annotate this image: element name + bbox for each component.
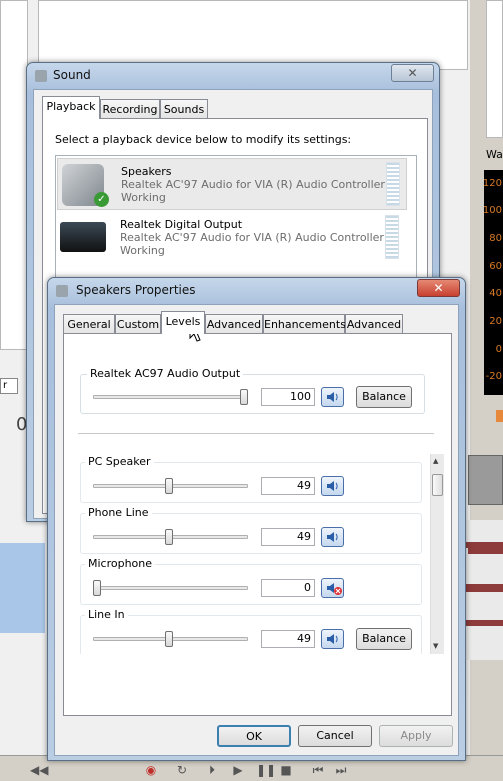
background-selection — [0, 543, 45, 633]
meter-tick: 120 — [482, 178, 502, 189]
stop-icon[interactable]: ■ — [280, 764, 292, 776]
master-label: Realtek AC97 Audio Output — [87, 367, 244, 380]
divider — [78, 433, 434, 434]
device-driver: Realtek AC'97 Audio for VIA (R) Audio Co… — [120, 231, 384, 244]
cancel-button[interactable]: Cancel — [298, 725, 372, 747]
instruction-text: Select a playback device below to modify… — [55, 133, 352, 146]
background-marker — [496, 410, 503, 422]
master-group: Realtek AC97 Audio Output 100 Balance — [80, 367, 425, 414]
channel-slider-thumb[interactable] — [93, 580, 101, 596]
channel-group: PC Speaker 49 — [80, 455, 422, 503]
level-meter: 120 100 80 60 40 20 0 -20 — [482, 170, 503, 395]
tab-sounds[interactable]: Sounds — [160, 99, 208, 119]
speaker-icon[interactable] — [321, 527, 344, 547]
master-value[interactable]: 100 — [261, 388, 315, 406]
meter-tick: 100 — [482, 205, 502, 216]
background-field: r — [0, 378, 18, 394]
digital-output-icon — [60, 222, 106, 252]
play-from-start-icon[interactable]: ⏵ — [206, 764, 218, 776]
device-speakers[interactable]: ✓ Speakers Realtek AC'97 Audio for VIA (… — [57, 158, 407, 210]
wa-label: Wa — [486, 148, 503, 161]
device-name: Speakers — [121, 165, 172, 178]
rewind-icon[interactable]: ◀◀ — [30, 764, 48, 776]
default-check-icon: ✓ — [94, 192, 109, 207]
level-bars — [386, 162, 400, 206]
meter-tick: -20 — [485, 371, 502, 382]
meter-tick: 80 — [489, 233, 502, 244]
sound-titlebar[interactable]: Sound — [35, 63, 91, 87]
close-icon[interactable]: ✕ — [391, 64, 434, 82]
channel-label: Line In — [85, 608, 128, 621]
apply-button[interactable]: Apply — [379, 725, 453, 747]
speakers-properties-window: Speakers Properties ✕ General Custom Lev… — [47, 277, 466, 761]
channel-group: Line In 49 Balance — [80, 608, 422, 654]
channel-slider-thumb[interactable] — [165, 478, 174, 494]
channel-label: Phone Line — [85, 506, 152, 519]
tab-general[interactable]: General — [63, 314, 115, 334]
scroll-down-icon[interactable]: ▼ — [433, 642, 438, 650]
channel-scrollbar[interactable]: ▲ ▼ — [430, 454, 444, 654]
master-slider-track[interactable] — [93, 395, 248, 399]
channel-label: Microphone — [85, 557, 156, 570]
scroll-thumb[interactable] — [432, 474, 443, 496]
tab-custom[interactable]: Custom — [115, 314, 161, 334]
meter-tick: 0 — [495, 344, 502, 355]
tab-advanced-2[interactable]: Advanced — [345, 314, 403, 334]
speaker-icon[interactable] — [321, 476, 344, 496]
sound-window-title: Sound — [53, 68, 91, 82]
device-digital-output[interactable]: Realtek Digital Output Realtek AC'97 Aud… — [57, 212, 407, 264]
master-slider-thumb[interactable] — [240, 389, 248, 405]
tab-enhancements[interactable]: Enhancements — [263, 314, 346, 334]
channel-group: Microphone 0 — [80, 557, 422, 605]
background-thumbnail — [468, 455, 503, 505]
master-balance-button[interactable]: Balance — [356, 386, 412, 408]
device-status: Working — [120, 244, 165, 257]
loop-icon[interactable]: ↻ — [176, 764, 188, 776]
properties-window-title: Speakers Properties — [76, 283, 196, 297]
speaker-icon — [35, 69, 47, 82]
channel-label: PC Speaker — [85, 455, 154, 468]
channel-slider-thumb[interactable] — [165, 529, 174, 545]
next-icon[interactable]: ⏭ — [335, 764, 347, 776]
channel-list: PC Speaker 49 Phone Line 49 Microphone 0… — [78, 454, 429, 654]
record-icon[interactable]: ◉ — [145, 764, 157, 776]
close-icon[interactable]: ✕ — [417, 279, 460, 297]
tab-advanced[interactable]: Advanced — [205, 314, 263, 334]
channel-slider-thumb[interactable] — [165, 631, 174, 647]
speaker-icon[interactable] — [321, 629, 344, 649]
properties-client: General Custom Levels Advanced Enhanceme… — [54, 304, 459, 756]
levels-page: Realtek AC97 Audio Output 100 Balance PC… — [63, 333, 452, 716]
device-driver: Realtek AC'97 Audio for VIA (R) Audio Co… — [121, 178, 385, 191]
tab-playback[interactable]: Playback — [42, 96, 100, 119]
meter-tick: 60 — [489, 261, 502, 272]
device-status: Working — [121, 191, 166, 204]
channel-group: Phone Line 49 — [80, 506, 422, 554]
ok-button[interactable]: OK — [217, 725, 291, 747]
pause-icon[interactable]: ❚❚ — [256, 764, 276, 776]
meter-tick: 20 — [489, 316, 502, 327]
background-document-pane — [38, 0, 468, 70]
background-right-white — [486, 0, 503, 138]
device-name: Realtek Digital Output — [120, 218, 243, 231]
channel-value[interactable]: 49 — [261, 477, 315, 495]
scroll-up-icon[interactable]: ▲ — [433, 457, 438, 465]
speaker-icon[interactable] — [321, 387, 344, 407]
previous-icon[interactable]: ⏮ — [312, 764, 324, 776]
channel-slider-track[interactable] — [93, 586, 248, 590]
play-icon[interactable]: ▶ — [232, 764, 244, 776]
speaker-icon — [56, 284, 68, 297]
level-bars — [385, 215, 399, 259]
properties-titlebar[interactable]: Speakers Properties — [56, 278, 196, 302]
channel-value[interactable]: 0 — [261, 579, 315, 597]
channel-value[interactable]: 49 — [261, 630, 315, 648]
background-left-pane — [0, 0, 28, 350]
tab-recording[interactable]: Recording — [100, 99, 160, 119]
tab-levels[interactable]: Levels — [161, 311, 205, 334]
muted-speaker-icon[interactable] — [321, 578, 344, 598]
meter-tick: 40 — [489, 288, 502, 299]
channel-value[interactable]: 49 — [261, 528, 315, 546]
waveform — [462, 520, 503, 660]
channel-balance-button[interactable]: Balance — [356, 628, 412, 650]
